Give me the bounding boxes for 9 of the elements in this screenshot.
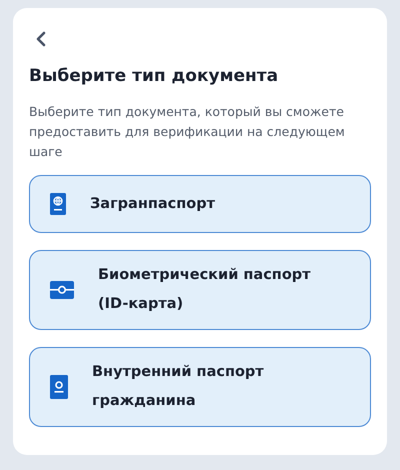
chevron-left-icon [35,30,47,46]
passport-globe-icon [50,193,66,215]
document-option[interactable]: Внутренний паспорт гражданина [29,347,371,427]
id-card-icon [50,281,74,299]
document-option[interactable]: Загранпаспорт [29,175,371,233]
document-option[interactable]: Биометрический паспорт (ID-карта) [29,250,371,330]
description-text: Выберите тип документа, который вы сможете предоставить для верификации на следующем шаге [29,103,346,161]
passport-person-icon [50,375,68,399]
page-title: Выберите тип документа [29,66,280,86]
